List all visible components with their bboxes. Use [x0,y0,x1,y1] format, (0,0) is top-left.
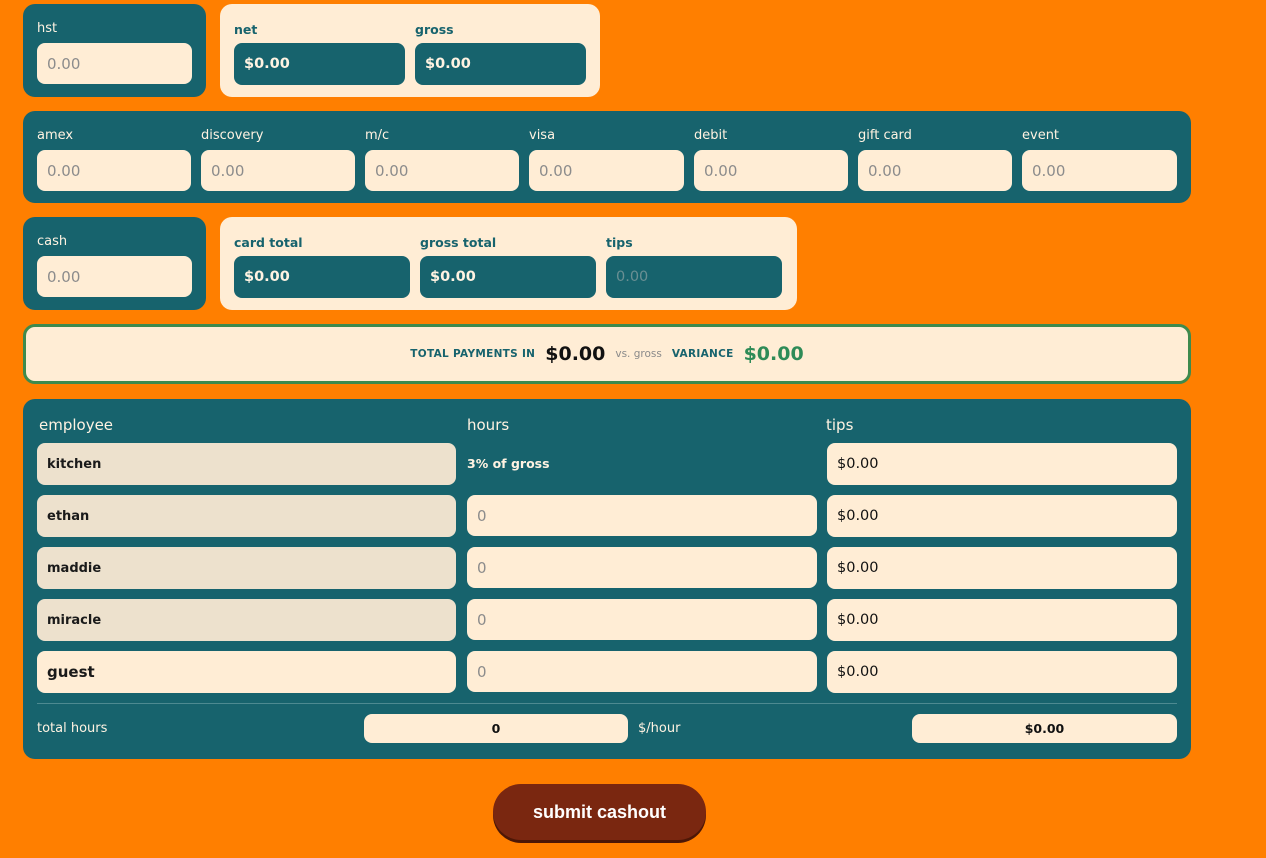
footer-divider [37,703,1177,704]
total-payments-value: $0.00 [545,343,606,365]
hours-input-maddie[interactable] [467,547,817,588]
hours-column-header: hours [467,416,510,434]
hours-input-miracle[interactable] [467,599,817,640]
tips-miracle: $0.00 [827,599,1177,641]
event-label: event [1022,128,1060,143]
visa-label: visa [529,128,556,143]
hst-panel: hst [23,4,206,97]
submit-cashout-button[interactable]: submit cashout [493,784,706,840]
gross-total-label: gross total [420,235,497,250]
net-gross-panel: net $0.00 gross $0.00 [220,4,600,97]
amex-label: amex [37,128,74,143]
net-label: net [234,22,258,37]
gross-label: gross [415,22,454,37]
tips-guest: $0.00 [827,651,1177,693]
gross-value: $0.00 [415,43,586,85]
employee-name-maddie: maddie [37,547,456,589]
event-input[interactable] [1022,150,1177,191]
variance-value: $0.00 [743,343,804,365]
employee-name-miracle: miracle [37,599,456,641]
cash-label: cash [37,234,68,249]
tips-kitchen: $0.00 [827,443,1177,485]
card-payments-panel: amex discovery m/c visa debit gift card … [23,111,1191,203]
gross-total-value: $0.00 [420,256,596,298]
tips-column-header: tips [826,416,854,434]
cash-input[interactable] [37,256,192,297]
total-hours-value: 0 [364,714,628,743]
total-hours-label: total hours [37,721,108,736]
discovery-label: discovery [201,128,264,143]
discovery-input[interactable] [201,150,355,191]
hours-input-guest[interactable] [467,651,817,692]
employee-name-guest[interactable]: guest [37,651,456,693]
gift-card-label: gift card [858,128,912,143]
mc-label: m/c [365,128,390,143]
employee-tips-panel: employee hours tips kitchen 3% of gross … [23,399,1191,759]
employee-name-ethan: ethan [37,495,456,537]
kitchen-hours-note: 3% of gross [467,456,550,471]
per-hour-label: $/hour [638,721,681,736]
card-total-label: card total [234,235,303,250]
hours-input-ethan[interactable] [467,495,817,536]
card-total-value: $0.00 [234,256,410,298]
mc-input[interactable] [365,150,519,191]
per-hour-value: $0.00 [912,714,1177,743]
vs-gross-label: vs. gross [615,348,662,360]
gift-card-input[interactable] [858,150,1012,191]
totals-panel: card total $0.00 gross total $0.00 tips … [220,217,797,310]
visa-input[interactable] [529,150,684,191]
debit-label: debit [694,128,728,143]
employee-name-kitchen: kitchen [37,443,456,485]
total-payments-label: TOTAL PAYMENTS IN [410,348,536,360]
tips-ethan: $0.00 [827,495,1177,537]
tips-maddie: $0.00 [827,547,1177,589]
amex-input[interactable] [37,150,191,191]
variance-label: VARIANCE [671,348,734,360]
employee-column-header: employee [39,416,114,434]
tips-total-output: 0.00 [606,256,782,298]
hst-input[interactable] [37,43,192,84]
net-value: $0.00 [234,43,405,85]
hst-label: hst [37,21,58,36]
debit-input[interactable] [694,150,848,191]
tips-label: tips [606,235,633,250]
payment-summary-bar: TOTAL PAYMENTS IN $0.00 vs. gross VARIAN… [23,324,1191,384]
cash-panel: cash [23,217,206,310]
